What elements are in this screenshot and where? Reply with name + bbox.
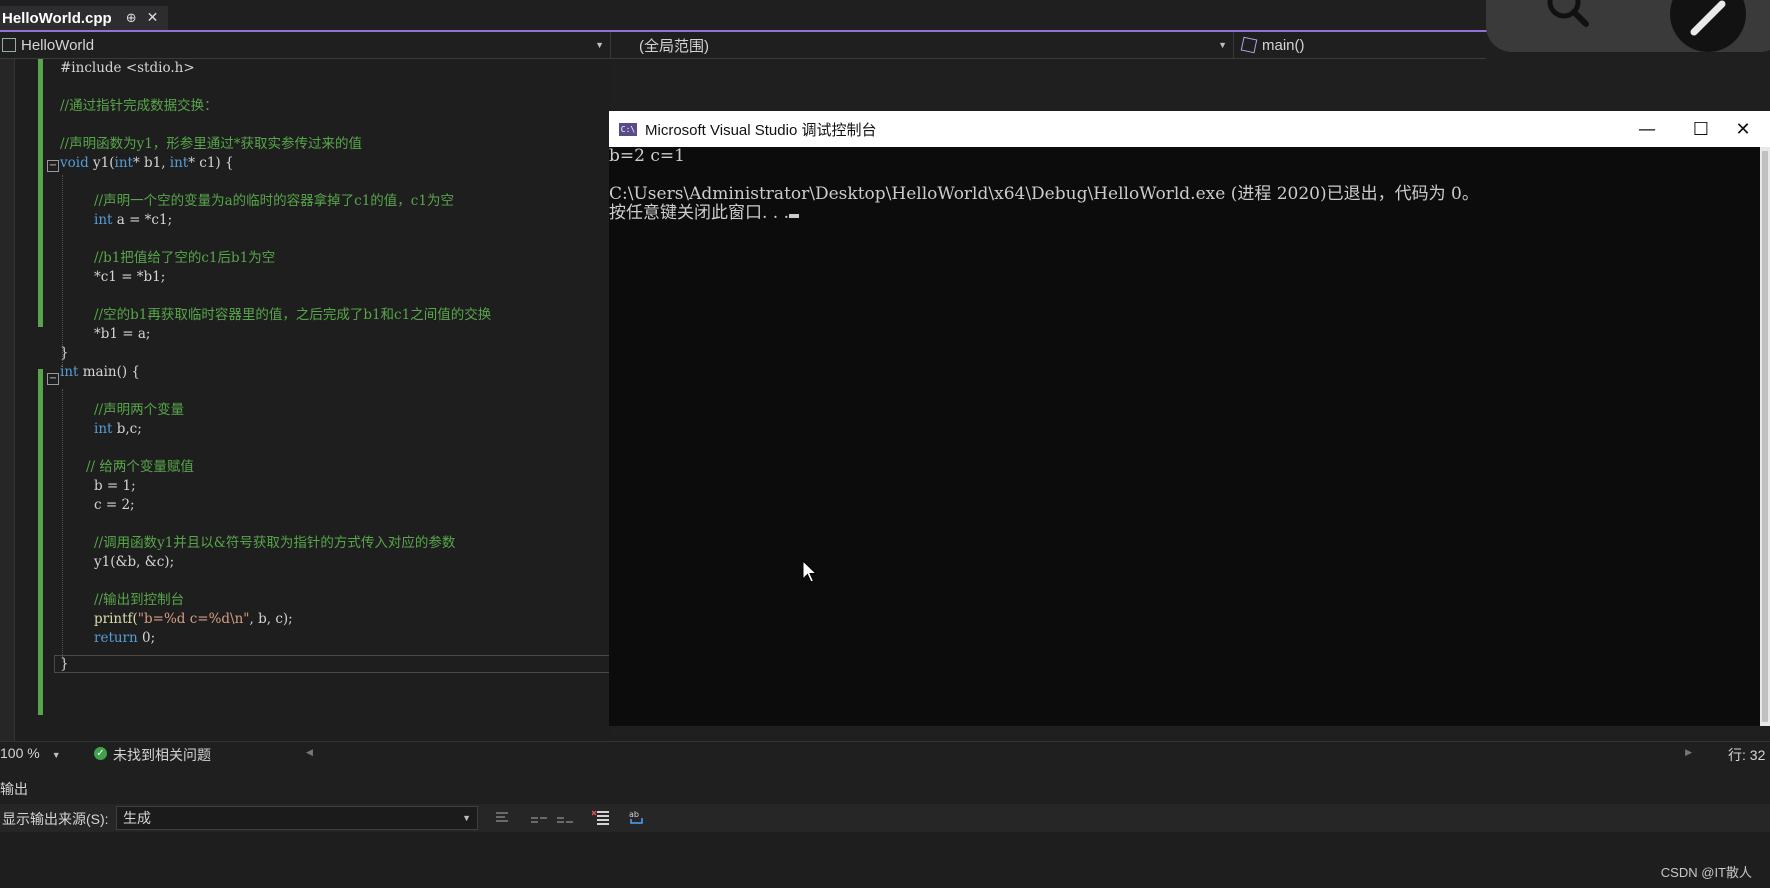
code-editor[interactable]: − − #include <stdio.h> //通过指针完成数据交换： //声… — [0, 59, 612, 743]
watermark: CSDN @IT散人 — [1660, 865, 1752, 880]
output-title: 输出 — [0, 781, 28, 797]
clear-all-icon[interactable] — [592, 809, 610, 825]
code-line-29: //输出到控制台 — [94, 592, 185, 608]
console-line-2: C:\Users\Administrator\Desktop\HelloWorl… — [609, 184, 1479, 204]
mouse-pointer-icon — [802, 560, 818, 583]
code-line-19: //声明两个变量 — [94, 402, 185, 418]
collapse-icon[interactable]: − — [47, 160, 59, 172]
code-line-23: b = 1; — [94, 478, 136, 494]
code-line-24: c = 2; — [94, 497, 135, 513]
output-content[interactable] — [0, 832, 1770, 888]
minimize-button[interactable]: — — [1620, 111, 1674, 147]
svg-text:ab: ab — [629, 810, 639, 819]
word-wrap-icon[interactable]: ab — [628, 809, 646, 825]
close-icon[interactable]: ✕ — [147, 10, 159, 26]
change-indicator — [38, 59, 43, 327]
indent-guide — [62, 389, 63, 659]
code-line-16: } — [60, 345, 69, 361]
output-source-select[interactable]: 生成 ▼ — [116, 806, 478, 830]
text-cursor — [789, 214, 800, 218]
code-line-11: //b1把值给了空的c1后b1为空 — [94, 250, 276, 266]
issues-status[interactable]: 未找到相关问题 — [113, 745, 211, 765]
collapse-icon[interactable]: − — [47, 373, 59, 385]
debug-console-window[interactable]: C:\ Microsoft Visual Studio 调试控制台 — ☐ ✕ … — [609, 111, 1770, 726]
pen-icon[interactable] — [1670, 0, 1746, 52]
scope-name: (全局范围) — [639, 37, 709, 55]
output-toolbar: 显示输出来源(S): 生成 ▼ ab — [0, 804, 1770, 832]
project-name: HelloWorld — [21, 36, 95, 54]
magnifier-icon[interactable] — [1544, 0, 1590, 28]
output-source-label: 显示输出来源(S): — [2, 811, 109, 827]
go-to-next-icon[interactable] — [556, 809, 574, 825]
scroll-right-icon[interactable]: ▶ — [1685, 747, 1692, 758]
code-line-20: int b,c; — [94, 421, 142, 437]
check-circle-icon: ✓ — [94, 747, 107, 760]
chevron-down-icon: ▼ — [1218, 40, 1227, 50]
code-line-6: void y1(int* b1, int* c1) { — [60, 155, 234, 171]
code-line-8: //声明一个空的变量为a的临时的容器拿掉了c1的值，c1为空 — [94, 193, 454, 209]
change-indicator — [38, 369, 43, 715]
output-source-value: 生成 — [123, 810, 151, 826]
console-app-icon: C:\ — [619, 122, 637, 136]
code-line-1: #include <stdio.h> — [60, 60, 195, 76]
console-line-1: b=2 c=1 — [609, 146, 685, 166]
editor-margin — [0, 59, 15, 743]
code-line-9: int a = *c1; — [94, 212, 173, 228]
scope-dropdown[interactable]: (全局范围) ▼ — [611, 32, 1234, 58]
screen-tool-overlay — [1486, 0, 1770, 52]
code-line-30: printf("b=%d c=%d\n", b, c); — [94, 611, 293, 627]
chevron-down-icon: ▼ — [462, 813, 471, 823]
code-line-15: *b1 = a; — [94, 326, 151, 342]
code-line-22: // 给两个变量赋值 — [86, 459, 194, 475]
chevron-down-icon: ▼ — [595, 40, 604, 50]
code-line-32: } — [60, 656, 69, 672]
navigation-bar: HelloWorld ▼ (全局范围) ▼ main() — [0, 32, 1486, 59]
close-button[interactable]: ✕ — [1716, 111, 1770, 147]
code-line-12: *c1 = *b1; — [94, 269, 166, 285]
code-line-17: int main() { — [60, 364, 141, 380]
method-cube-icon — [1240, 36, 1258, 54]
current-line-highlight — [54, 655, 612, 673]
member-name: main() — [1262, 36, 1305, 54]
project-dropdown[interactable]: HelloWorld ▼ — [0, 32, 611, 58]
pin-icon[interactable]: ⊕ — [126, 11, 137, 26]
code-line-3: //通过指针完成数据交换： — [60, 98, 218, 114]
tab-helloworld-cpp[interactable]: HelloWorld.cpp ⊕ ✕ — [0, 6, 168, 30]
console-output[interactable]: b=2 c=1 C:\Users\Administrator\Desktop\H… — [609, 147, 1759, 726]
tab-label: HelloWorld.cpp — [2, 9, 112, 27]
find-message-icon[interactable] — [530, 809, 548, 825]
output-panel-header: 输出 — [0, 776, 1770, 800]
code-line-5: //声明函数为y1，形参里通过*获取实参传过来的值 — [60, 136, 363, 152]
console-line-3: 按任意键关闭此窗口. . . — [609, 204, 800, 223]
horizontal-scrollbar[interactable]: ◀ ▶ — [306, 747, 1692, 761]
member-dropdown[interactable]: main() — [1234, 32, 1486, 58]
console-title-bar[interactable]: C:\ Microsoft Visual Studio 调试控制台 — ☐ ✕ — [609, 111, 1770, 147]
scroll-left-icon[interactable]: ◀ — [306, 747, 313, 758]
console-title: Microsoft Visual Studio 调试控制台 — [645, 121, 877, 139]
go-to-previous-icon[interactable] — [494, 809, 512, 825]
code-line-26: //调用函数y1并且以&符号获取为指针的方式传入对应的参数 — [94, 535, 456, 551]
line-indicator: 行: 32 — [1728, 747, 1766, 763]
zoom-level: 100 % — [0, 745, 40, 761]
scrollbar-thumb[interactable] — [1762, 151, 1768, 722]
code-line-31: return 0; — [94, 630, 156, 646]
code-line-14: //空的b1再获取临时容器里的值，之后完成了b1和c1之间值的交换 — [94, 307, 492, 323]
code-line-27: y1(&b, &c); — [94, 554, 175, 570]
zoom-dropdown[interactable]: 100 % ▼ — [0, 745, 61, 761]
indent-guide — [62, 175, 63, 371]
editor-status-row: 100 % ▼ ✓ 未找到相关问题 ◀ ▶ 行: 32 — [0, 741, 1770, 766]
chevron-down-icon: ▼ — [51, 750, 61, 760]
console-scrollbar[interactable] — [1760, 147, 1770, 726]
project-icon — [2, 38, 16, 52]
